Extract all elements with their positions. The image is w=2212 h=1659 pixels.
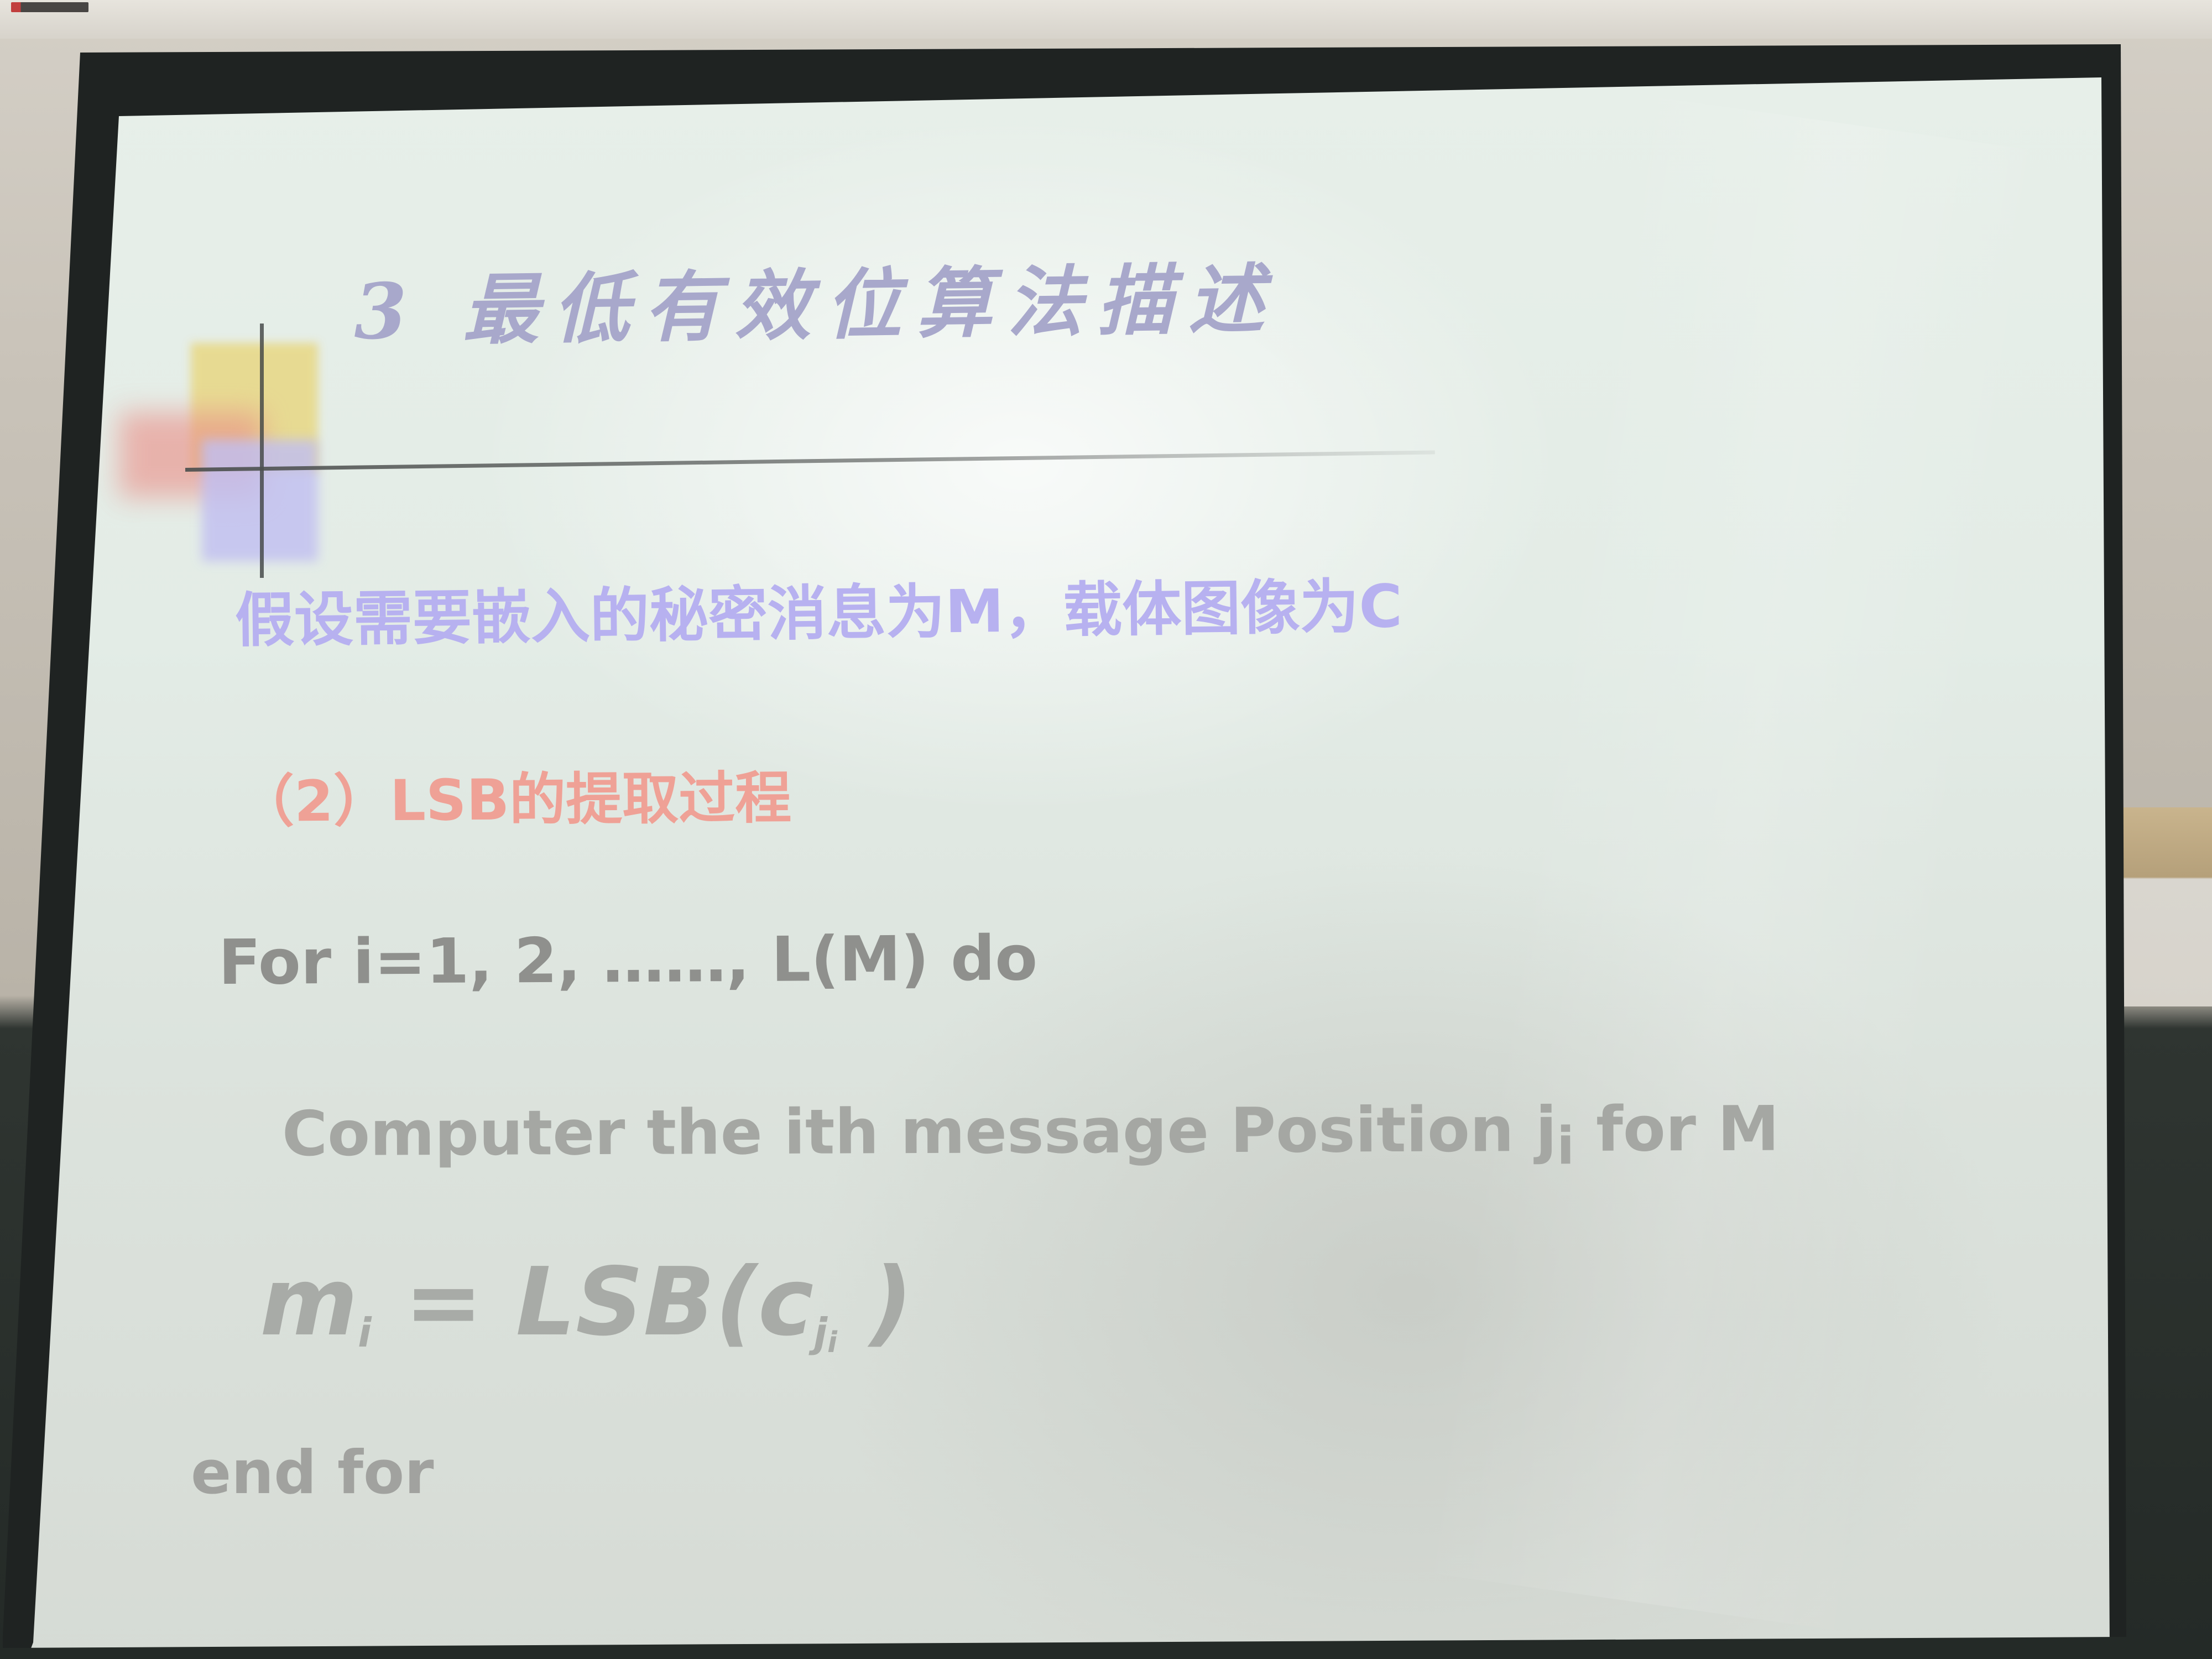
end-for-line: end for (191, 1438, 434, 1507)
title-vertical-rule (260, 324, 264, 578)
compute-suffix: for M (1574, 1093, 1780, 1166)
formula-m-subscript: i (358, 1310, 372, 1356)
classroom-scene: 3 最低有效位算法描述 假设需要嵌入的秘密消息为M，载体图像为C （2）LSB的… (0, 0, 2212, 1659)
assumption-text: 假设需要嵌入的秘密消息为M，载体图像为C (234, 572, 1403, 655)
projection-screen-frame: 3 最低有效位算法描述 假设需要嵌入的秘密消息为M，载体图像为C （2）LSB的… (3, 44, 2126, 1648)
formula-c-subscript-i: i (827, 1326, 837, 1359)
projector-glare (1416, 92, 2062, 1633)
formula-equals-lsb: = LSB(c (371, 1248, 814, 1357)
compute-position-line: Computer the ith message Position ji for… (282, 1093, 1780, 1177)
slide-heading: 3 最低有效位算法描述 (353, 253, 1280, 357)
compute-subscript: i (1557, 1116, 1575, 1177)
process-heading: （2）LSB的提取过程 (237, 765, 792, 835)
projected-slide: 3 最低有效位算法描述 假设需要嵌入的秘密消息为M，载体图像为C （2）LSB的… (25, 77, 2110, 1648)
projector-brand-logo (11, 2, 88, 12)
for-loop-line: For i=1, 2, ……, L(M) do (218, 922, 1038, 999)
formula-c-subscript-j: j (813, 1310, 828, 1356)
wall-top-edge (0, 0, 2212, 39)
formula-close-parenthesis: ) (837, 1248, 913, 1357)
compute-prefix: Computer the ith message Position j (281, 1093, 1557, 1170)
title-horizontal-rule (185, 450, 1435, 472)
lsb-extraction-formula: mi = LSB(cji ) (260, 1255, 913, 1357)
formula-m: m (260, 1248, 358, 1357)
formula-c-subscript: ji (813, 1310, 837, 1359)
